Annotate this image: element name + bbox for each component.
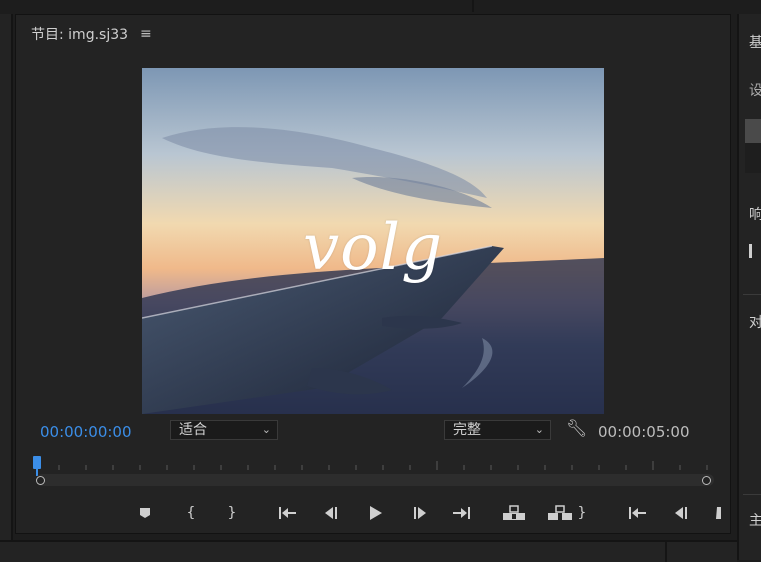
transport-controls: { } } bbox=[16, 503, 732, 523]
play-button[interactable] bbox=[366, 503, 386, 523]
divider bbox=[743, 294, 761, 295]
mark-in-button[interactable]: { bbox=[183, 503, 199, 523]
go-to-in-button[interactable] bbox=[276, 503, 300, 523]
right-panel-heading[interactable]: 基 bbox=[749, 32, 761, 52]
zoom-level-value: 适合 bbox=[179, 422, 207, 438]
step-forward-button[interactable] bbox=[410, 503, 430, 523]
zoom-level-select[interactable]: 适合 ⌄ bbox=[170, 420, 278, 440]
playback-resolution-value: 完整 bbox=[453, 422, 481, 438]
step-forward-icon bbox=[414, 507, 426, 519]
add-marker-button[interactable] bbox=[137, 503, 153, 523]
playback-resolution-select[interactable]: 完整 ⌄ bbox=[444, 420, 551, 440]
step-back-icon bbox=[325, 507, 337, 519]
video-frame[interactable]: volg bbox=[142, 68, 604, 414]
go-to-out-button[interactable] bbox=[449, 503, 473, 523]
time-ruler[interactable] bbox=[36, 455, 714, 475]
mark-in-icon: { bbox=[186, 505, 196, 521]
go-to-in-icon bbox=[629, 507, 646, 519]
play-icon bbox=[370, 506, 382, 520]
scrollbar-right-handle[interactable] bbox=[702, 476, 711, 485]
panel-seam bbox=[665, 542, 667, 562]
clipped-control-icon bbox=[716, 507, 721, 519]
add-marker-icon bbox=[140, 508, 150, 518]
eye-icon[interactable] bbox=[745, 119, 761, 143]
layer-preview bbox=[745, 143, 761, 173]
go-to-in-icon bbox=[279, 507, 296, 519]
scrollbar-left-handle[interactable] bbox=[36, 476, 45, 485]
go-to-out-icon bbox=[453, 507, 470, 519]
bottom-panel-edge bbox=[0, 540, 737, 562]
response-label: 响 bbox=[749, 204, 761, 224]
export-frame-icon: } bbox=[577, 505, 587, 521]
overlay-title-text: volg bbox=[302, 211, 444, 285]
extract-icon bbox=[548, 505, 572, 520]
chevron-down-icon: ⌄ bbox=[534, 423, 544, 436]
program-monitor: 节目: img.sj33 ≡ volg 00:00:00:00 适合 ⌄ 完整 … bbox=[15, 14, 731, 534]
step-back-frame-button[interactable] bbox=[671, 503, 691, 523]
export-frame-button[interactable]: } bbox=[575, 503, 589, 523]
current-timecode[interactable]: 00:00:00:00 bbox=[40, 423, 132, 441]
align-label: 对 bbox=[749, 312, 761, 332]
duration-timecode: 00:00:05:00 bbox=[598, 423, 690, 441]
top-bar bbox=[0, 0, 761, 14]
main-label: 主 bbox=[749, 510, 761, 530]
step-back-icon bbox=[675, 507, 687, 519]
overflow-button[interactable] bbox=[714, 503, 724, 523]
zoom-scrollbar[interactable] bbox=[36, 474, 714, 486]
panel-seam bbox=[472, 0, 474, 12]
wrench-icon[interactable]: 🔧︎ bbox=[566, 419, 588, 439]
right-panel: 基 设 响 对 主 bbox=[737, 14, 761, 560]
mark-out-icon: } bbox=[227, 505, 237, 521]
extract-button[interactable] bbox=[546, 503, 574, 523]
left-panel-edge bbox=[0, 14, 13, 544]
mark-out-button[interactable]: } bbox=[224, 503, 240, 523]
go-to-previous-edit-button[interactable] bbox=[626, 503, 650, 523]
panel-title[interactable]: 节目: img.sj33 bbox=[31, 24, 128, 44]
chevron-down-icon: ⌄ bbox=[261, 423, 271, 436]
divider bbox=[743, 494, 761, 495]
lift-button[interactable] bbox=[501, 503, 527, 523]
lift-icon bbox=[503, 505, 525, 520]
response-indicator bbox=[749, 244, 752, 258]
step-back-button[interactable] bbox=[321, 503, 341, 523]
panel-title-row: 节目: img.sj33 ≡ bbox=[31, 24, 152, 44]
hamburger-menu-icon[interactable]: ≡ bbox=[140, 26, 152, 42]
right-panel-subheading: 设 bbox=[749, 80, 761, 100]
